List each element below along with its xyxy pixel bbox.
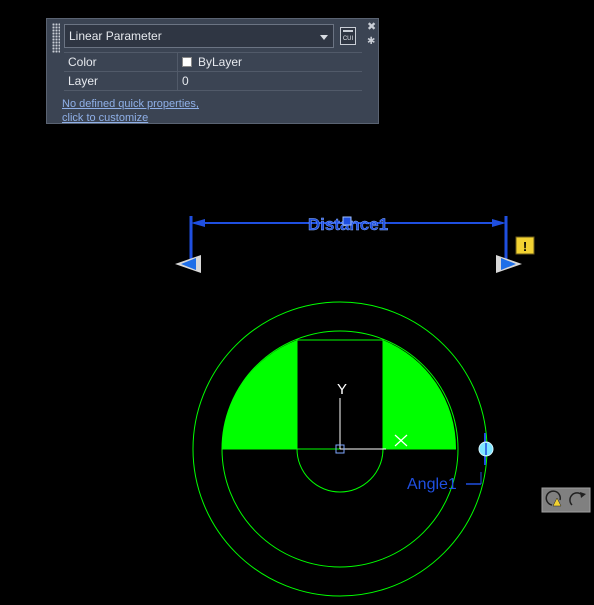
angle-label[interactable]: Angle1 [407, 476, 457, 493]
dimension-arrow-left [191, 219, 205, 227]
hatch-fill-left [222, 340, 297, 449]
ucs-y-label: Y [337, 381, 347, 398]
dimension-grip-right[interactable] [496, 255, 522, 273]
warning-icon[interactable]: ! [515, 236, 535, 255]
warning-symbol: ! [523, 239, 527, 254]
distance-label-grip[interactable] [342, 216, 352, 226]
dimension-arrow-right [492, 219, 506, 227]
action-widget[interactable] [541, 487, 591, 513]
dimension-grip-left[interactable] [175, 255, 201, 273]
drawing-canvas[interactable]: Y Distance1 ! Angle1 [0, 0, 594, 605]
